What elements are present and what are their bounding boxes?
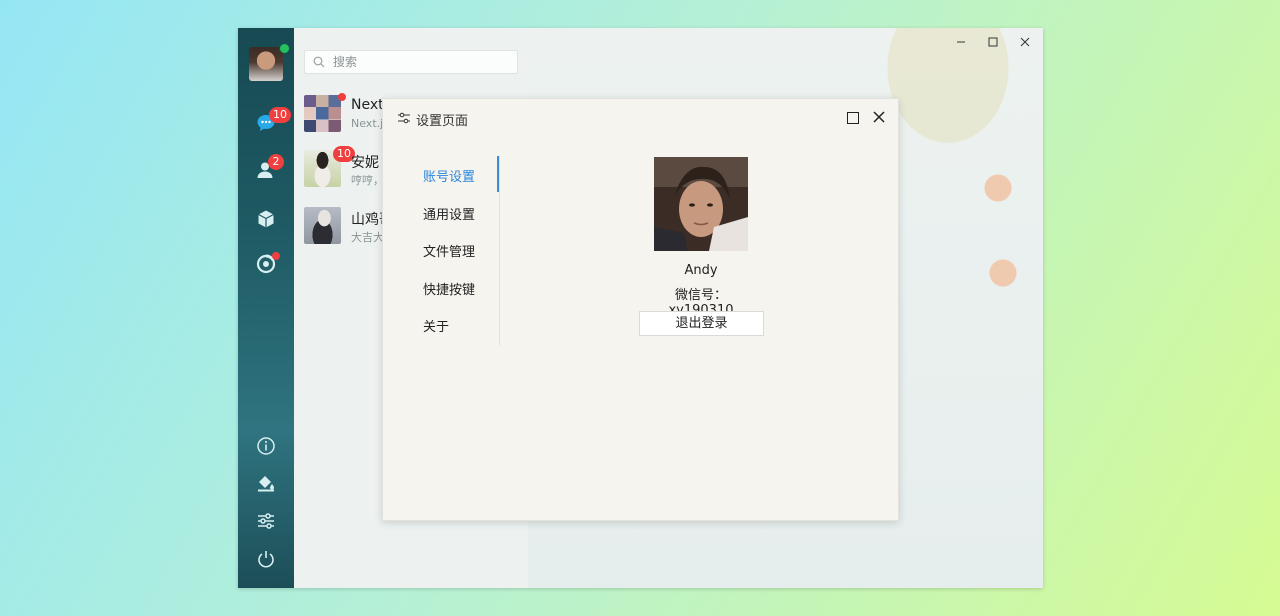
menu-item-about[interactable]: 关于 [423,316,449,335]
dialog-title: 设置页面 [416,114,469,129]
window-close-icon[interactable] [1018,35,1032,49]
search-placeholder: 搜索 [333,55,358,69]
chat-name: 安妮 [351,155,379,171]
logout-button[interactable]: 退出登录 [639,311,764,336]
maximize-icon[interactable] [986,35,1000,49]
cube-icon[interactable] [255,208,277,230]
chat-preview: 大吉大 [351,231,384,244]
menu-item-general[interactable]: 通用设置 [423,204,475,223]
group-avatar [304,95,341,132]
unread-dot [338,93,346,101]
chat-unread-badge: 10 [269,107,291,123]
online-status-indicator [279,43,290,54]
paint-bucket-icon[interactable] [255,472,277,494]
settings-sliders-icon [398,112,410,124]
sidebar: 10 2 [238,28,294,588]
chat-preview: 哼哼， [351,174,384,187]
power-icon[interactable] [255,548,277,570]
search-icon [313,56,325,68]
chat-preview: Next.j [351,117,384,130]
profile-name: Andy [684,263,718,278]
moments-red-dot [272,252,280,260]
info-icon[interactable] [255,435,277,457]
settings-sliders-icon[interactable] [255,510,277,532]
menu-item-shortcuts[interactable]: 快捷按键 [423,279,475,298]
dialog-close-icon[interactable] [871,109,887,125]
settings-dialog: 设置页面 账号设置 通用设置 文件管理 快捷按键 关于 Andy 微信号：xy1… [382,98,899,521]
menu-item-account[interactable]: 账号设置 [423,166,475,185]
contacts-badge: 2 [268,154,284,170]
minimize-icon[interactable] [954,35,968,49]
search-input[interactable]: 搜索 [304,50,518,74]
menu-item-files[interactable]: 文件管理 [423,241,475,260]
menu-active-indicator [497,156,499,192]
user-avatar[interactable] [249,47,283,81]
dialog-maximize-icon[interactable] [847,112,859,124]
contact-avatar [304,207,341,244]
